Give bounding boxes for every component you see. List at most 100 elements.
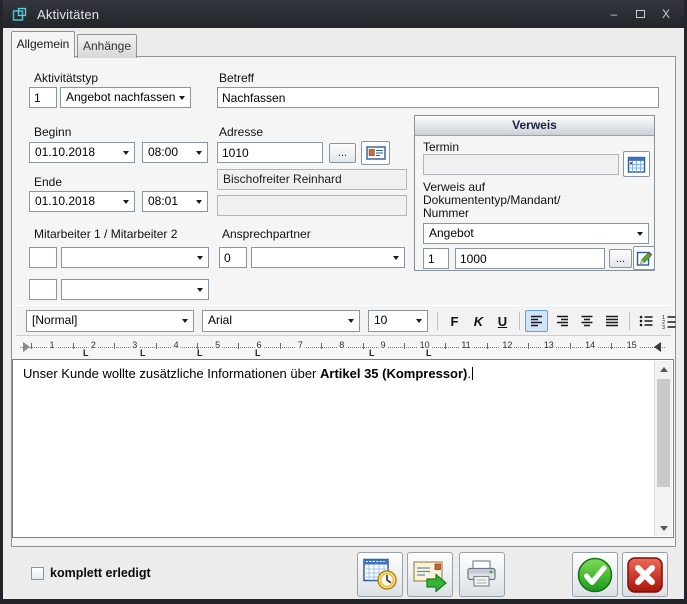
- toolbar-separator: [437, 312, 438, 330]
- betreff-input[interactable]: [217, 87, 659, 108]
- notes-text-area[interactable]: Unser Kunde wollte zusätzliche Informati…: [12, 359, 674, 538]
- ruler-number: 1: [47, 340, 56, 351]
- chevron-down-icon: [348, 319, 354, 323]
- underline-button[interactable]: U: [491, 310, 514, 332]
- tab-stop-marker[interactable]: L: [369, 349, 375, 358]
- font-family-combo[interactable]: Arial: [202, 310, 360, 332]
- ende-date-combo[interactable]: 01.10.2018: [29, 191, 135, 212]
- schedule-button[interactable]: [357, 552, 403, 597]
- minimize-icon[interactable]: –: [606, 6, 622, 22]
- termin-calendar-button[interactable]: [623, 151, 650, 177]
- numbered-list-icon: 1 2 3: [661, 313, 677, 329]
- adresse-label: Adresse: [219, 125, 263, 139]
- maximize-icon[interactable]: [632, 6, 648, 22]
- numbered-list-button[interactable]: 1 2 3: [657, 310, 680, 332]
- ruler-number: 2: [89, 340, 98, 351]
- tab-stop-marker[interactable]: L: [83, 349, 89, 358]
- ruler-number: 14: [583, 340, 597, 351]
- ruler-tick: [404, 343, 405, 349]
- window-title: Aktivitäten: [37, 7, 99, 22]
- ansprechpartner-code-input[interactable]: [219, 247, 247, 268]
- toolbar-separator: [519, 312, 520, 330]
- align-justify-button[interactable]: [600, 310, 623, 332]
- ruler-number: 4: [172, 340, 181, 351]
- chevron-down-icon: [197, 288, 203, 292]
- format-toolbar: [Normal] Arial 10 F K U: [16, 305, 671, 336]
- send-mail-button[interactable]: [407, 552, 453, 597]
- nummer-input[interactable]: [455, 248, 605, 269]
- ruler-tick: [114, 343, 115, 349]
- ruler: 123456789101112131415LLLLLL: [12, 338, 675, 359]
- beginn-date-value: 01.10.2018: [35, 145, 95, 159]
- verweis-edit-button[interactable]: [633, 246, 655, 270]
- align-center-icon: [579, 313, 595, 329]
- komplett-erledigt-label: komplett erledigt: [50, 566, 151, 580]
- align-right-button[interactable]: [550, 310, 573, 332]
- verweis-title: Verweis: [415, 116, 654, 136]
- ruler-tick: [487, 343, 488, 349]
- align-center-button[interactable]: [575, 310, 598, 332]
- adresse-contact-button[interactable]: [361, 141, 390, 165]
- aktivitaetstyp-combo[interactable]: Angebot nachfassen: [60, 87, 191, 108]
- adresse-input[interactable]: [217, 142, 323, 163]
- italic-button[interactable]: K: [467, 310, 490, 332]
- print-button[interactable]: [459, 552, 505, 597]
- tab-stop-marker[interactable]: L: [255, 349, 261, 358]
- bullet-list-button[interactable]: [634, 310, 657, 332]
- aktivitaetstyp-label: Aktivitätstyp: [34, 71, 98, 85]
- svg-text:3: 3: [662, 325, 665, 329]
- ok-button[interactable]: [572, 552, 618, 597]
- mandant-input[interactable]: [423, 248, 449, 269]
- align-left-icon: [529, 313, 545, 329]
- bullet-list-icon: [638, 313, 654, 329]
- ende-label: Ende: [34, 175, 62, 189]
- ende-time-combo[interactable]: 08:01: [142, 191, 208, 212]
- verweis-doc-label: Verweis auf Dokumententyp/Mandant/ Numme…: [423, 181, 560, 220]
- notes-text-normal: Unser Kunde wollte zusätzliche Informati…: [23, 366, 320, 381]
- tab-allgemein[interactable]: Allgemein: [11, 31, 75, 58]
- aktivitaetstyp-combo-value: Angebot nachfassen: [66, 90, 175, 104]
- ok-check-icon: [575, 555, 615, 595]
- beginn-date-combo[interactable]: 01.10.2018: [29, 142, 135, 163]
- tab-anhaenge[interactable]: Anhänge: [77, 34, 137, 58]
- dokumenttyp-combo[interactable]: Angebot: [423, 223, 649, 244]
- beginn-label: Beginn: [34, 125, 71, 139]
- adresse-browse-button[interactable]: ...: [329, 143, 356, 163]
- mitarbeiter1-code-input[interactable]: [29, 247, 57, 268]
- beginn-time-combo[interactable]: 08:00: [142, 142, 208, 163]
- komplett-erledigt-checkbox[interactable]: [31, 567, 44, 580]
- ruler-tick: [73, 343, 74, 349]
- tab-stop-marker[interactable]: L: [140, 349, 146, 358]
- ruler-tick: [31, 343, 32, 349]
- ruler-number: 12: [500, 340, 514, 351]
- ruler-number: 3: [130, 340, 139, 351]
- close-icon[interactable]: X: [658, 6, 674, 22]
- ansprechpartner-label: Ansprechpartner: [222, 227, 311, 241]
- cancel-button[interactable]: [622, 552, 668, 597]
- paragraph-style-combo[interactable]: [Normal]: [26, 310, 194, 332]
- adresse-name-display: Bischofreiter Reinhard: [217, 169, 407, 190]
- scrollbar-thumb[interactable]: [657, 379, 670, 487]
- verweis-browse-button[interactable]: ...: [609, 249, 632, 268]
- vertical-scrollbar[interactable]: [654, 361, 672, 536]
- scroll-up-icon[interactable]: [655, 361, 672, 377]
- ansprechpartner-combo[interactable]: [251, 247, 405, 268]
- ruler-number: 9: [379, 340, 388, 351]
- tab-stop-marker[interactable]: L: [426, 349, 432, 358]
- scroll-down-icon[interactable]: [655, 520, 672, 536]
- aktivitaetstyp-code-input[interactable]: [29, 87, 57, 108]
- bold-button[interactable]: F: [443, 310, 466, 332]
- calendar-clock-icon: [363, 558, 398, 591]
- ruler-tick: [611, 343, 612, 349]
- chevron-down-icon: [416, 319, 422, 323]
- title-bar: Aktivitäten – X: [3, 0, 684, 28]
- align-left-button[interactable]: [525, 310, 548, 332]
- font-family-value: Arial: [208, 313, 232, 327]
- mitarbeiter2-combo[interactable]: [61, 279, 209, 300]
- mitarbeiter2-code-input[interactable]: [29, 279, 57, 300]
- font-size-combo[interactable]: 10: [368, 310, 428, 332]
- tab-stop-marker[interactable]: L: [197, 349, 203, 358]
- notes-text-bold: Artikel 35 (Kompressor): [320, 366, 467, 381]
- tab-strip: Allgemein Anhänge: [3, 28, 684, 57]
- mitarbeiter1-combo[interactable]: [61, 247, 209, 268]
